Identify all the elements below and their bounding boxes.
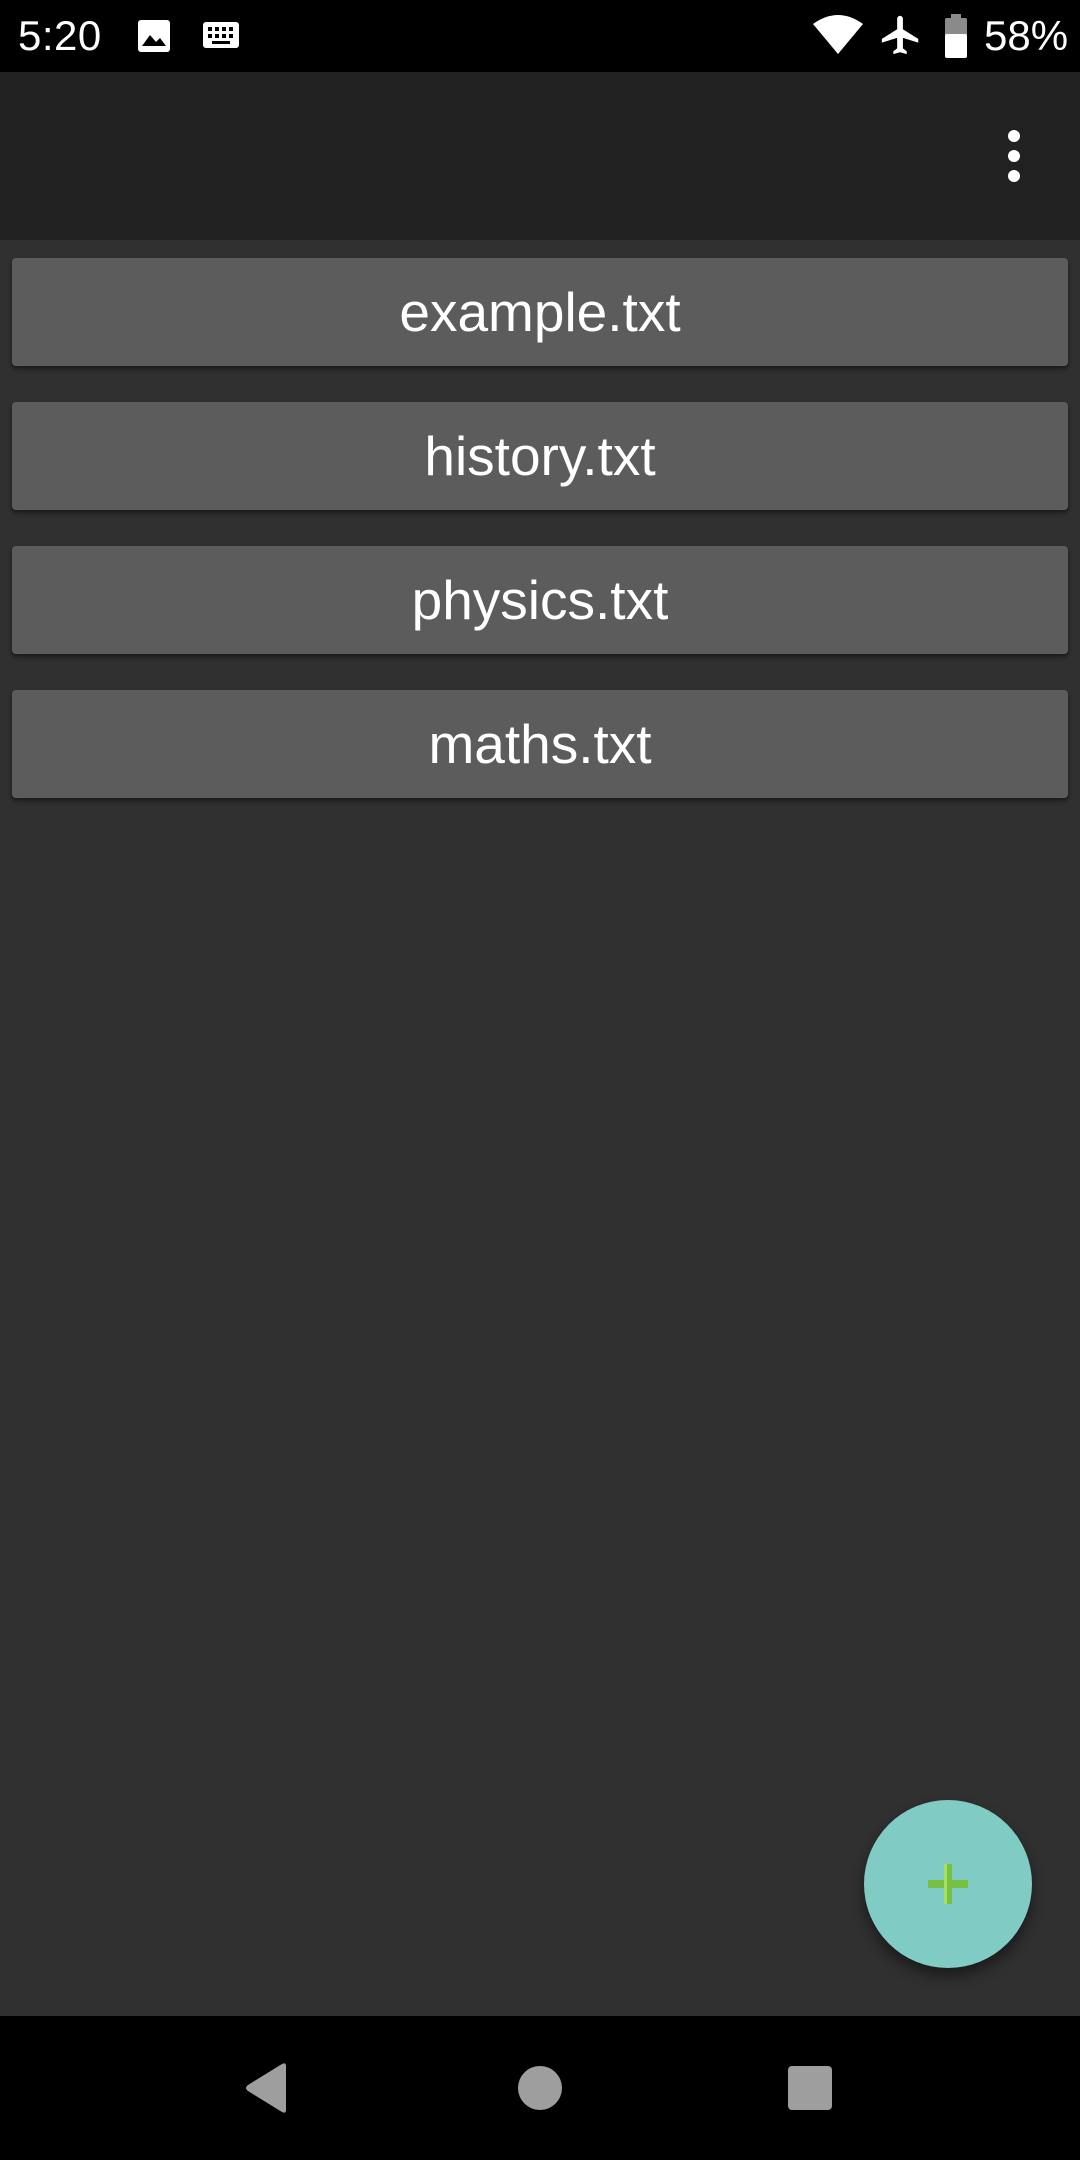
recents-icon (788, 2066, 832, 2110)
battery-icon (945, 14, 967, 58)
more-vert-icon (1008, 130, 1020, 142)
home-button[interactable] (504, 2052, 576, 2124)
back-icon (246, 2063, 286, 2113)
navigation-bar (0, 2016, 1080, 2160)
overflow-menu-button[interactable] (984, 120, 1044, 192)
wifi-icon (813, 15, 863, 54)
image-icon (138, 20, 170, 52)
app-bar (0, 72, 1080, 240)
add-file-button[interactable] (864, 1800, 1032, 1968)
file-item-maths[interactable]: maths.txt (12, 690, 1068, 798)
file-item-physics[interactable]: physics.txt (12, 546, 1068, 654)
file-list: example.txt history.txt physics.txt math… (12, 258, 1068, 834)
airplane-icon (881, 15, 919, 55)
status-bar: 5:20 58% (0, 0, 1080, 72)
status-time: 5:20 (18, 12, 102, 59)
file-item-history[interactable]: history.txt (12, 402, 1068, 510)
home-icon (518, 2066, 562, 2110)
battery-percent: 58% (984, 12, 1069, 59)
keyboard-icon (203, 22, 239, 48)
plus-icon (928, 1864, 968, 1904)
recents-button[interactable] (774, 2052, 846, 2124)
back-button[interactable] (230, 2052, 302, 2124)
file-item-example[interactable]: example.txt (12, 258, 1068, 366)
